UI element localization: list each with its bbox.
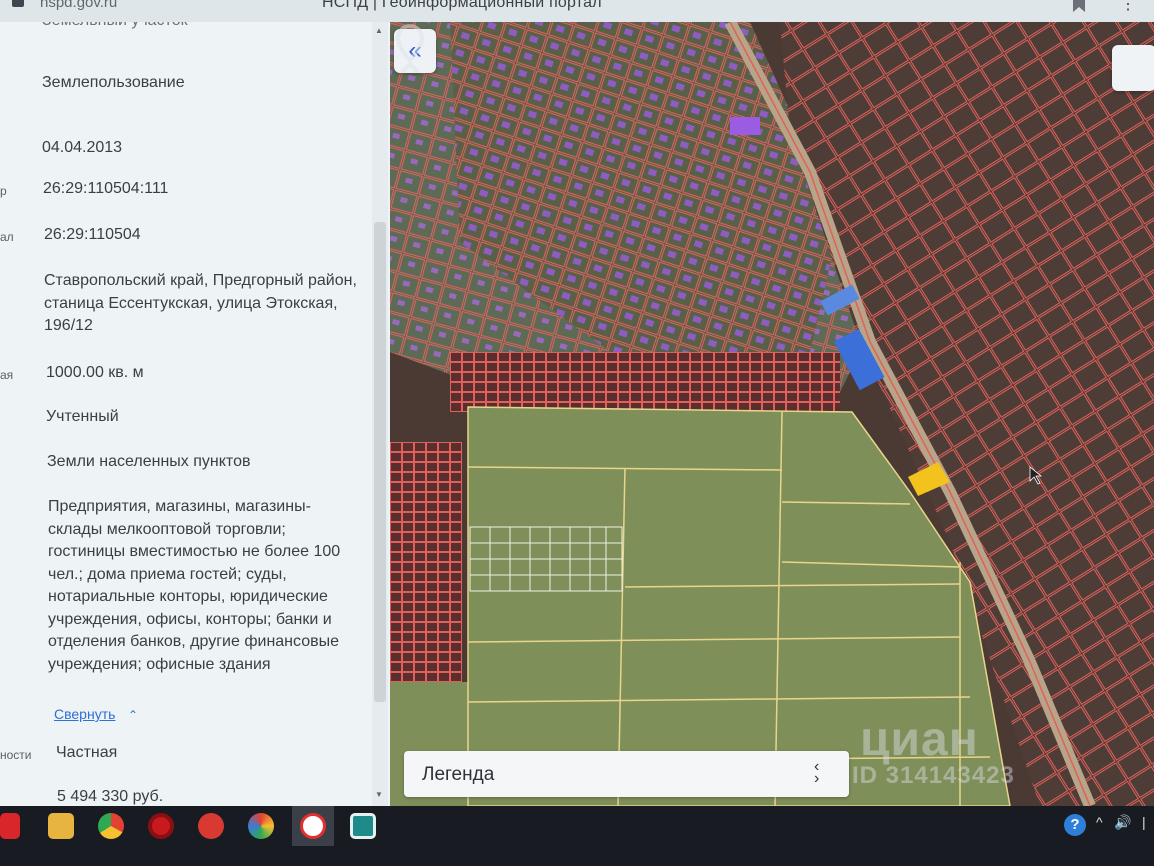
url-text[interactable]: nspd.gov.ru — [40, 0, 117, 11]
field-value-address: Ставропольский край, Предгорный район, с… — [44, 272, 357, 334]
taskbar: ? ^ 🔊 | — [0, 806, 1154, 866]
watermark-id: ID 314143423 — [852, 762, 1015, 789]
building — [730, 117, 760, 135]
map-view[interactable]: « циан ID 314143423 Легенда ‹ › — [390, 22, 1154, 806]
collapse-link[interactable]: Свернуть — [54, 706, 115, 722]
info-panel: Земельный участок Землепользование 04.04… — [0, 22, 390, 806]
plot-strip-left — [390, 442, 462, 682]
menu-icon[interactable]: ⋮ — [1120, 0, 1136, 14]
field-label-fragment: ности — [0, 748, 32, 762]
field-value-land-use: Землепользование — [42, 74, 185, 91]
speaker-icon[interactable]: 🔊 — [1114, 814, 1131, 831]
field-value-cadastral-quarter: 26:29:110504 — [44, 226, 141, 243]
photos-icon[interactable] — [248, 813, 274, 839]
location-pin-icon — [395, 23, 425, 74]
field-label-fragment: ал — [0, 230, 14, 244]
chevron-up-icon[interactable]: ⌃ — [128, 708, 138, 722]
tray-arrow-icon[interactable]: ^ — [1096, 814, 1103, 830]
watermark: циан — [860, 713, 979, 766]
tray-extra[interactable]: | — [1142, 814, 1146, 830]
wps-icon[interactable] — [198, 813, 224, 839]
section-title: Земельный участок — [42, 22, 188, 33]
opera-icon[interactable] — [148, 813, 174, 839]
chrome-icon[interactable] — [98, 813, 124, 839]
scroll-up-icon[interactable]: ▲ — [375, 26, 383, 35]
field-label-fragment: р — [0, 184, 7, 198]
field-value-cadastral-value: 5 494 330 руб. — [57, 788, 164, 805]
field-value-land-category: Земли населенных пунктов — [47, 453, 251, 470]
scrollbar-thumb[interactable] — [374, 222, 386, 702]
bookmark-icon[interactable] — [1073, 0, 1085, 12]
yandex-browser-icon[interactable] — [300, 813, 326, 839]
legend-dropdown[interactable]: Легенда ‹ › — [404, 751, 849, 797]
field-value-date: 04.04.2013 — [42, 139, 123, 156]
map-control-button[interactable] — [1112, 45, 1154, 91]
screen: nspd.gov.ru НСПД | Геоинформационный пор… — [0, 0, 1154, 866]
site-icon — [12, 0, 24, 7]
scroll-down-icon[interactable]: ▼ — [375, 790, 383, 799]
browser-titlebar: nspd.gov.ru НСПД | Геоинформационный пор… — [0, 0, 1154, 22]
field-value-permitted-use: Предприятия, магазины, магазины-склады м… — [48, 498, 341, 673]
app-icon[interactable] — [350, 813, 376, 839]
legend-label: Легенда — [422, 764, 495, 785]
field-value-cadastral-number: 26:29:110504:111 — [43, 180, 169, 197]
field-value-area: 1000.00 кв. м — [46, 364, 144, 381]
field-label-fragment: ая — [0, 368, 14, 382]
field-value-ownership: Частная — [56, 744, 118, 761]
plot-strip — [450, 352, 840, 412]
page-title: НСПД | Геоинформационный портал — [322, 0, 602, 11]
yandex-icon[interactable] — [0, 813, 20, 839]
help-icon[interactable]: ? — [1064, 814, 1086, 836]
chevron-updown-icon: ‹ › — [814, 758, 820, 787]
file-explorer-icon[interactable] — [48, 813, 74, 839]
map-canvas[interactable] — [390, 22, 1154, 806]
field-value-status: Учтенный — [46, 408, 119, 425]
